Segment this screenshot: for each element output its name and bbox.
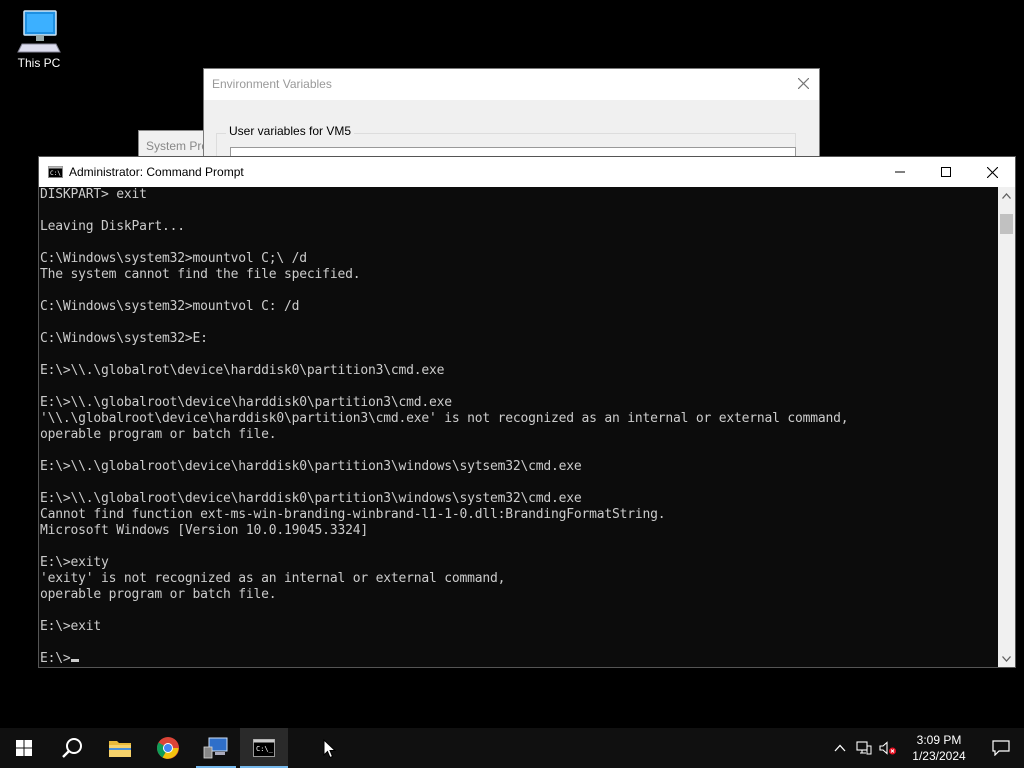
notification-icon xyxy=(992,740,1010,756)
console-line: E:\>\\.\globalroot\device\harddisk0\part… xyxy=(40,459,582,474)
command-prompt-window[interactable]: C:\ Administrator: Command Prompt DISKPA… xyxy=(38,156,1016,668)
console-line: Microsoft Windows [Version 10.0.19045.33… xyxy=(40,523,368,538)
action-center-button[interactable] xyxy=(978,728,1024,768)
system-properties-title: System Pro xyxy=(146,139,207,153)
cmd-window-title: Administrator: Command Prompt xyxy=(69,165,244,179)
chrome-icon xyxy=(157,737,179,759)
volume-muted-icon xyxy=(879,741,896,755)
minimize-button[interactable] xyxy=(877,157,923,187)
console-line: E:\>\\.\globalrot\device\harddisk0\parti… xyxy=(40,363,445,378)
minimize-icon xyxy=(895,171,905,173)
env-window-title: Environment Variables xyxy=(212,77,332,91)
console-line: Cannot find function ext-ms-win-branding… xyxy=(40,507,666,522)
console-line: C:\Windows\system32>E: xyxy=(40,331,208,346)
chevron-up-icon xyxy=(1002,192,1011,199)
this-pc-label: This PC xyxy=(17,56,61,70)
chevron-down-icon xyxy=(1002,655,1011,662)
env-title-bar[interactable]: Environment Variables xyxy=(204,69,819,100)
search-icon xyxy=(62,738,82,758)
console-line: DISKPART> exit xyxy=(40,187,147,202)
console-line: E:\>\\.\globalroot\device\harddisk0\part… xyxy=(40,395,452,410)
search-button[interactable] xyxy=(48,728,96,768)
console-line: E:\>\\.\globalroot\device\harddisk0\part… xyxy=(40,491,582,506)
user-variables-label: User variables for VM5 xyxy=(226,124,355,138)
taskbar-server-manager[interactable] xyxy=(192,728,240,768)
console-prompt: E:\> xyxy=(40,651,71,666)
close-icon xyxy=(986,166,998,178)
start-button[interactable] xyxy=(0,728,48,768)
network-icon xyxy=(856,741,872,755)
scroll-thumb[interactable] xyxy=(1000,214,1013,234)
taskbar-chrome[interactable] xyxy=(144,728,192,768)
system-tray: 3:09 PM 1/23/2024 xyxy=(828,728,1024,768)
console-output[interactable]: DISKPART> exit Leaving DiskPart... C:\Wi… xyxy=(39,187,999,667)
taskbar-command-prompt[interactable]: C:\_ xyxy=(240,728,288,768)
volume-tray-button[interactable] xyxy=(876,728,900,768)
console-line: Leaving DiskPart... xyxy=(40,219,185,234)
mouse-pointer-icon xyxy=(323,739,336,759)
chevron-up-icon xyxy=(834,744,846,752)
vertical-scrollbar[interactable] xyxy=(998,187,1015,667)
console-line: 'exity' is not recognized as an internal… xyxy=(40,571,506,586)
scroll-up-button[interactable] xyxy=(998,187,1015,204)
network-tray-button[interactable] xyxy=(852,728,876,768)
console-line: E:\>exit xyxy=(40,619,102,634)
windows-logo-icon xyxy=(16,740,32,756)
console-text: DISKPART> exit Leaving DiskPart... C:\Wi… xyxy=(39,187,999,651)
server-manager-icon xyxy=(203,737,228,759)
console-line: E:\>exity xyxy=(40,555,109,570)
file-explorer-icon xyxy=(109,741,131,757)
maximize-button[interactable] xyxy=(923,157,969,187)
environment-variables-window[interactable]: Environment Variables User variables for… xyxy=(203,68,820,173)
clock-button[interactable]: 3:09 PM 1/23/2024 xyxy=(900,732,978,764)
clock-date: 1/23/2024 xyxy=(912,749,966,763)
taskbar: C:\_ 3:09 PM 1/23/2024 xyxy=(0,728,1024,768)
console-line: operable program or batch file. xyxy=(40,427,277,442)
console-line: operable program or batch file. xyxy=(40,587,277,602)
console-line: C:\Windows\system32>mountvol C: /d xyxy=(40,299,300,314)
taskbar-file-explorer[interactable] xyxy=(96,728,144,768)
show-hidden-icons-button[interactable] xyxy=(828,728,852,768)
console-line: C:\Windows\system32>mountvol C;\ /d xyxy=(40,251,307,266)
scroll-down-button[interactable] xyxy=(998,650,1015,667)
clock-time: 3:09 PM xyxy=(916,733,962,747)
this-pc-desktop-icon[interactable]: This PC xyxy=(10,8,68,70)
close-icon xyxy=(797,77,810,90)
command-prompt-icon: C:\ xyxy=(48,166,63,178)
text-cursor xyxy=(70,659,79,662)
svg-text:C:\: C:\ xyxy=(50,170,61,177)
cmd-title-bar[interactable]: C:\ Administrator: Command Prompt xyxy=(39,157,1015,187)
computer-icon xyxy=(17,10,61,53)
console-line: '\\.\globalroot\device\harddisk0\partiti… xyxy=(40,411,849,426)
svg-text:C:\_: C:\_ xyxy=(256,745,274,753)
command-prompt-icon: C:\_ xyxy=(253,739,275,757)
console-line: The system cannot find the file specifie… xyxy=(40,267,361,282)
env-close-button[interactable] xyxy=(788,69,819,100)
maximize-icon xyxy=(941,167,951,177)
close-button[interactable] xyxy=(969,157,1015,187)
